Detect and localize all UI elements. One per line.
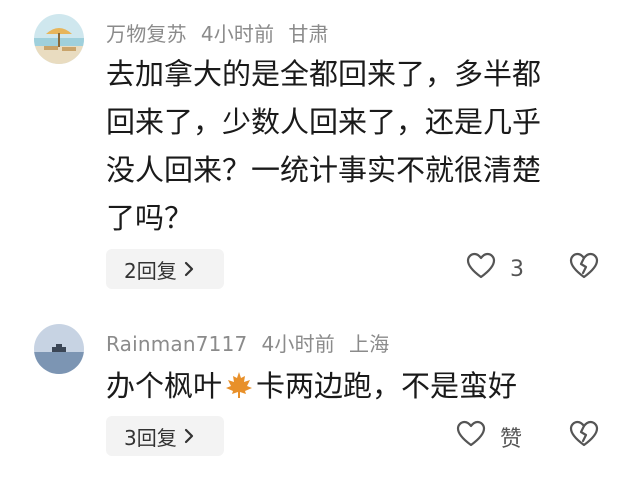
comment-text-part: 办个枫叶: [106, 369, 223, 403]
heart-icon: [456, 420, 486, 454]
avatar[interactable]: [34, 14, 84, 64]
chevron-right-icon: [183, 428, 195, 444]
maple-leaf-icon: [224, 366, 254, 414]
like-count: 3: [510, 256, 524, 282]
dislike-button[interactable]: [568, 252, 600, 284]
comment-line: 了吗？: [106, 201, 194, 235]
reply-count-label: 3回复: [124, 425, 177, 450]
comment-line: 没人回来？一统计事实不就很清楚: [106, 153, 542, 187]
broken-heart-icon: [568, 252, 600, 284]
reply-count-label: 2回复: [124, 258, 177, 283]
comment-line: 去加拿大的是全都回来了，多半都: [106, 57, 542, 91]
view-replies-button[interactable]: 2回复: [106, 249, 224, 289]
like-label: 赞: [500, 427, 523, 452]
comment-item: 万物复苏 4小时前 甘肃 去加拿大的是全都回来了，多半都 回来了，少数人回来了，还是…: [0, 0, 640, 300]
comment-meta: 万物复苏 4小时前 甘肃: [106, 18, 343, 47]
view-replies-button[interactable]: 3回复: [106, 416, 224, 456]
comment-text: 去加拿大的是全都回来了，多半都 回来了，少数人回来了，还是几乎 没人回来？一统计…: [106, 50, 606, 242]
location: 上海: [349, 332, 390, 356]
username[interactable]: Rainman7117: [106, 332, 247, 356]
like-button[interactable]: 3: [466, 252, 524, 286]
sea-avatar-image: [34, 324, 84, 374]
username[interactable]: 万物复苏: [106, 22, 187, 46]
timestamp: 4小时前: [200, 22, 275, 46]
like-button[interactable]: 赞: [456, 420, 522, 454]
beach-avatar-image: [34, 14, 84, 64]
comment-item: Rainman7117 4小时前 上海 办个枫叶 卡两边跑，不是蛮好 3回复 赞: [0, 320, 640, 480]
avatar[interactable]: [34, 324, 84, 374]
location: 甘肃: [288, 22, 329, 46]
comment-text: 办个枫叶 卡两边跑，不是蛮好: [106, 362, 606, 414]
comment-meta: Rainman7117 4小时前 上海: [106, 328, 403, 357]
timestamp: 4小时前: [261, 332, 335, 356]
heart-icon: [466, 252, 496, 286]
dislike-button[interactable]: [568, 420, 600, 452]
broken-heart-icon: [568, 420, 600, 452]
chevron-right-icon: [183, 261, 195, 277]
comment-text-part: 卡两边跑，不是蛮好: [256, 369, 518, 403]
comment-line: 回来了，少数人回来了，还是几乎: [106, 105, 542, 139]
